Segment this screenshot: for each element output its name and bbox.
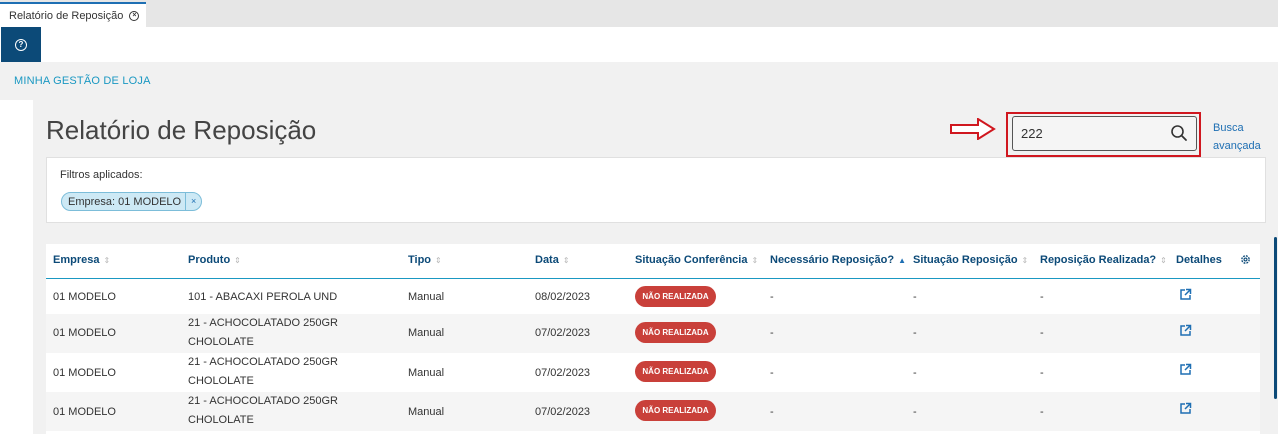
cell-reposicao-realizada: - — [1040, 367, 1044, 379]
breadcrumb[interactable]: MINHA GESTÃO DE LOJA — [14, 75, 151, 87]
column-header-produto[interactable]: Produto ⇕ — [188, 254, 241, 266]
cell-data: 07/02/2023 — [535, 406, 591, 418]
column-header-data[interactable]: Data ⇕ — [535, 254, 570, 266]
cell-produto-line2: CHOLOLATE — [188, 336, 254, 348]
chip-remove-icon[interactable]: × — [185, 193, 201, 210]
search-icon[interactable] — [1170, 124, 1188, 142]
cell-produto-line1: 21 - ACHOCOLATADO 250GR — [188, 395, 338, 407]
column-header-empresa[interactable]: Empresa ⇕ — [53, 254, 110, 266]
cell-tipo: Manual — [408, 406, 445, 418]
cell-tipo: Manual — [408, 291, 445, 303]
cell-tipo: Manual — [408, 367, 445, 379]
search-value: 222 — [1021, 126, 1043, 141]
column-header-necessario-reposicao[interactable]: Necessário Reposição? ▲ — [770, 254, 906, 266]
cell-situacao-reposicao: - — [913, 406, 917, 418]
cell-necessario: - — [770, 291, 774, 303]
advanced-search-line1: Busca — [1213, 122, 1244, 134]
sort-icon[interactable]: ⇕ — [1022, 256, 1029, 265]
annotation-arrow-icon — [950, 118, 996, 140]
external-link-icon[interactable] — [1179, 363, 1192, 376]
column-header-detalhes: Detalhes — [1176, 254, 1222, 266]
cell-produto-line2: CHOLOLATE — [188, 414, 254, 426]
external-link-icon[interactable] — [1179, 324, 1192, 337]
column-header-reposicao-realizada[interactable]: Reposição Realizada? ⇕ — [1040, 254, 1167, 266]
external-link-icon[interactable] — [1179, 288, 1192, 301]
filters-label: Filtros aplicados: — [60, 169, 143, 181]
table-row[interactable]: 01 MODELO 101 - ABACAXI PEROLA UND Manua… — [46, 279, 1260, 318]
cell-produto-line2: CHOLOLATE — [188, 375, 254, 387]
column-header-situacao-reposicao[interactable]: Situação Reposição ⇕ — [913, 254, 1028, 266]
data-grid: Empresa ⇕ Produto ⇕ Tipo ⇕ Data ⇕ Situação C… — [46, 244, 1260, 434]
cell-necessario: - — [770, 406, 774, 418]
sort-icon[interactable]: ⇕ — [234, 256, 241, 265]
cell-situacao-reposicao: - — [913, 291, 917, 303]
cell-data: 08/02/2023 — [535, 291, 591, 303]
cell-necessario: - — [770, 327, 774, 339]
cell-data: 07/02/2023 — [535, 367, 591, 379]
column-header-tipo[interactable]: Tipo ⇕ — [408, 254, 442, 266]
column-header-situacao-conferencia[interactable]: Situação Conferência ⇕ — [635, 254, 758, 266]
advanced-search-line2: avançada — [1213, 140, 1261, 152]
status-badge: NÃO REALIZADA — [635, 361, 716, 382]
cell-empresa: 01 MODELO — [53, 327, 116, 339]
tab-bar: Relatório de Reposição × — [0, 0, 1278, 27]
filter-chip-label: Empresa: 01 MODELO — [68, 195, 182, 208]
cell-tipo: Manual — [408, 327, 445, 339]
filter-chip-empresa[interactable]: Empresa: 01 MODELO × — [61, 192, 203, 211]
status-badge: NÃO REALIZADA — [635, 400, 716, 421]
close-icon[interactable]: × — [129, 10, 140, 21]
cell-produto-line1: 21 - ACHOCOLATADO 250GR — [188, 356, 338, 368]
cell-situacao-reposicao: - — [913, 367, 917, 379]
grid-header: Empresa ⇕ Produto ⇕ Tipo ⇕ Data ⇕ Situação C… — [46, 244, 1260, 279]
cell-reposicao-realizada: - — [1040, 406, 1044, 418]
help-icon: ? — [15, 38, 27, 51]
cell-necessario: - — [770, 367, 774, 379]
cell-produto-line1: 21 - ACHOCOLATADO 250GR — [188, 317, 338, 329]
search-input[interactable]: 222 — [1012, 116, 1197, 151]
filters-panel: Filtros aplicados: Empresa: 01 MODELO × — [46, 157, 1266, 223]
table-row[interactable]: 01 MODELO 21 - ACHOCOLATADO 250GR CHOLOL… — [46, 353, 1260, 392]
sort-icon[interactable]: ⇕ — [1160, 256, 1167, 265]
sort-icon[interactable]: ⇕ — [103, 256, 110, 265]
gear-icon[interactable] — [1240, 254, 1251, 265]
cell-situacao-reposicao: - — [913, 327, 917, 339]
toolbar: ? — [0, 27, 1278, 62]
sort-icon[interactable]: ⇕ — [751, 256, 758, 265]
external-link-icon[interactable] — [1179, 402, 1192, 415]
sort-asc-icon[interactable]: ▲ — [898, 256, 906, 265]
table-row[interactable]: 01 MODELO 21 - ACHOCOLATADO 250GR CHOLOL… — [46, 314, 1260, 353]
sort-icon[interactable]: ⇕ — [435, 256, 442, 265]
cell-reposicao-realizada: - — [1040, 327, 1044, 339]
cell-empresa: 01 MODELO — [53, 367, 116, 379]
status-badge: NÃO REALIZADA — [635, 322, 716, 343]
tab-label: Relatório de Reposição — [9, 9, 124, 22]
tab-relatorio-reposicao[interactable]: Relatório de Reposição × — [0, 2, 146, 27]
cell-empresa: 01 MODELO — [53, 406, 116, 418]
sort-icon[interactable]: ⇕ — [563, 256, 570, 265]
cell-data: 07/02/2023 — [535, 327, 591, 339]
side-panel — [0, 100, 33, 434]
cell-produto: 101 - ABACAXI PEROLA UND — [188, 291, 338, 303]
cell-empresa: 01 MODELO — [53, 291, 116, 303]
page-title: Relatório de Reposição — [46, 115, 317, 145]
advanced-search-link[interactable]: Busca avançada — [1213, 119, 1273, 155]
help-button[interactable]: ? — [1, 27, 41, 62]
table-row[interactable]: 01 MODELO 21 - ACHOCOLATADO 250GR CHOLOL… — [46, 392, 1260, 431]
cell-reposicao-realizada: - — [1040, 291, 1044, 303]
status-badge: NÃO REALIZADA — [635, 286, 716, 307]
scrollbar[interactable] — [1274, 237, 1277, 399]
